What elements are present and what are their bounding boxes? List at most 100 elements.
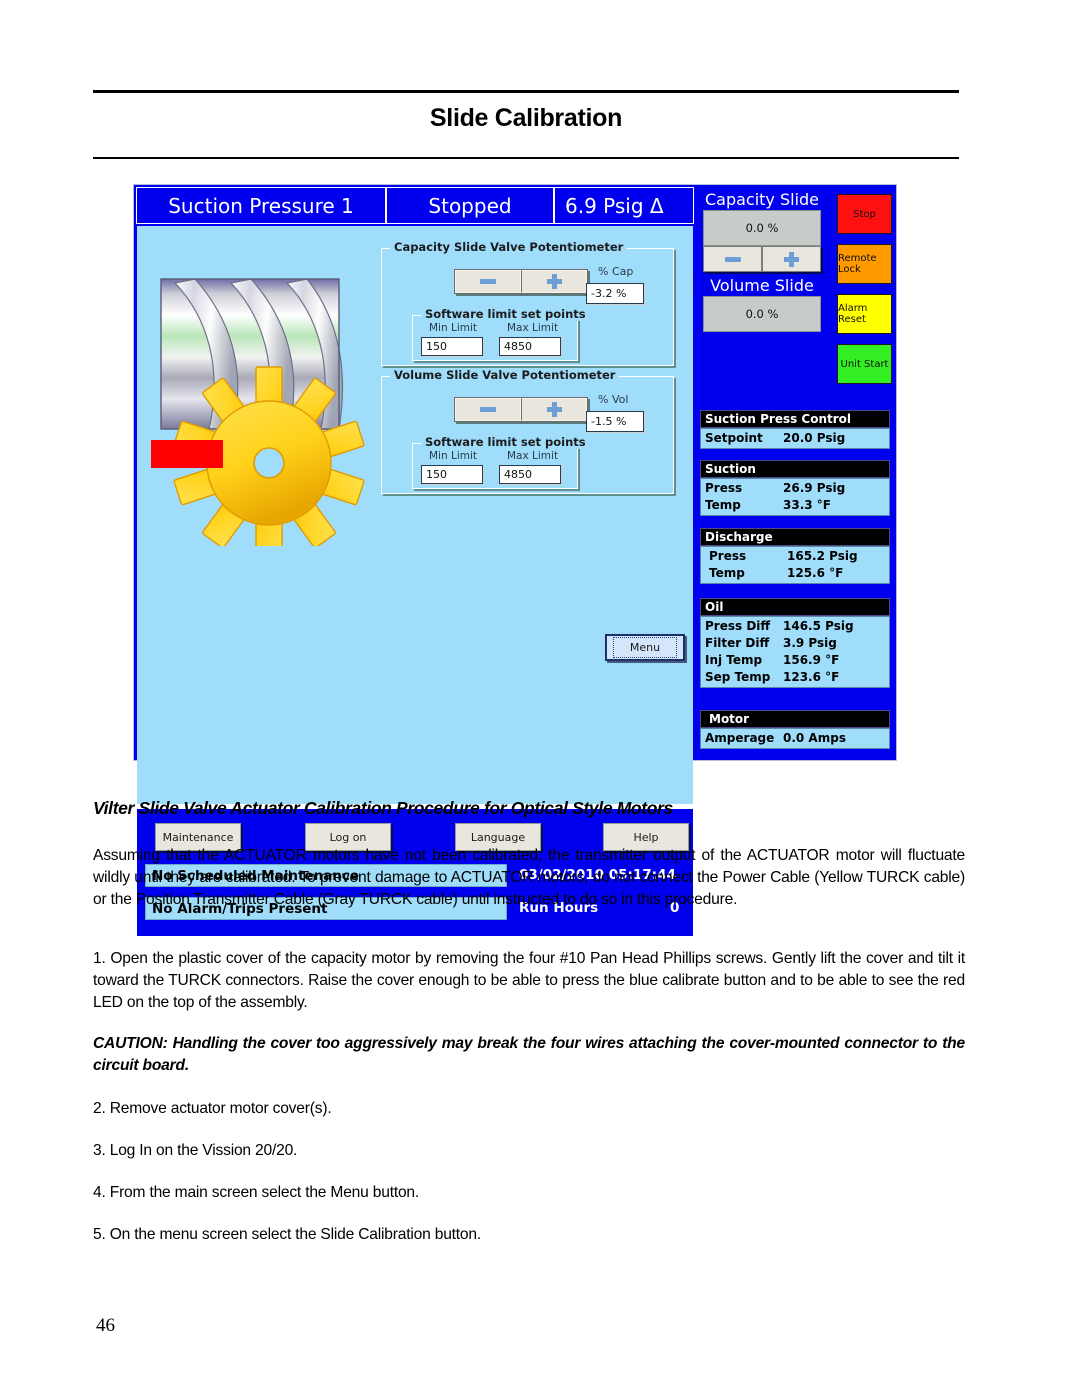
volume-min-limit-input[interactable]: 150 — [421, 465, 483, 484]
menu-button[interactable]: Menu — [605, 634, 685, 661]
data-value: 33.3 °F — [783, 498, 831, 513]
volume-max-limit-label: Max Limit — [507, 450, 559, 462]
volume-software-limits-group: Software limit set points Min Limit Max … — [412, 435, 590, 489]
volume-percent-readout: -1.5 % — [586, 411, 644, 432]
data-value: 123.6 °F — [783, 670, 840, 685]
data-row: Filter Diff 3.9 Psig — [701, 635, 889, 652]
volume-limits-label: Software limit set points — [421, 435, 590, 449]
data-row: Sep Temp 123.6 °F — [701, 669, 889, 686]
data-key: Filter Diff — [705, 636, 770, 651]
hmi-screenshot: Suction Pressure 1 Stopped 6.9 Psig Δ Ca… — [133, 184, 897, 936]
capacity-slide-increase-button[interactable] — [762, 246, 821, 272]
paragraph-step-1: 1. Open the plastic cover of the capacit… — [93, 950, 965, 1011]
volume-pot-increase-button[interactable] — [521, 398, 587, 421]
remote-lock-button[interactable]: Remote Lock — [837, 244, 892, 284]
capacity-potentiometer-label: Capacity Slide Valve Potentiometer — [390, 240, 628, 254]
data-row: Press Diff 146.5 Psig — [701, 618, 889, 635]
capacity-pot-adjust-buttons — [454, 269, 588, 294]
capacity-pot-increase-button[interactable] — [521, 270, 587, 293]
minus-icon — [480, 279, 496, 284]
stop-button[interactable]: Stop — [837, 194, 892, 234]
suction-press-control-group: Suction Press Control Setpoint 20.0 Psig — [700, 410, 890, 450]
compressor-rotor-illustration — [160, 278, 365, 546]
capacity-pot-decrease-button[interactable] — [455, 270, 521, 293]
data-key: Inj Temp — [705, 653, 763, 668]
alarm-reset-button[interactable]: Alarm Reset — [837, 294, 892, 334]
status-channel[interactable]: Suction Pressure 1 — [136, 187, 386, 224]
plus-icon — [784, 251, 799, 267]
header-rule-top — [93, 90, 959, 93]
data-value: 165.2 Psig — [787, 549, 858, 563]
data-key: Temp — [705, 498, 741, 513]
volume-pot-decrease-button[interactable] — [455, 398, 521, 421]
group-body: Press 26.9 Psig Temp 33.3 °F — [700, 478, 890, 517]
data-row: Press 165.2 Psig — [701, 548, 889, 565]
group-header: Oil — [700, 598, 890, 616]
data-key: Sep Temp — [705, 670, 771, 685]
data-value: 156.9 °F — [783, 653, 840, 668]
data-value: 26.9 Psig — [783, 481, 846, 495]
group-body: Setpoint 20.0 Psig — [700, 428, 890, 450]
paragraph-step-5: 5. On the menu screen select the Slide C… — [93, 1226, 482, 1243]
data-value: 0.0 Amps — [783, 731, 846, 745]
paragraph-intro: Assuming that the ACTUATOR motors have n… — [93, 847, 965, 908]
data-value: 20.0 Psig — [783, 431, 846, 445]
volume-potentiometer-label: Volume Slide Valve Potentiometer — [390, 368, 620, 382]
paragraph-caution: CAUTION: Handling the cover too aggressi… — [93, 1035, 965, 1074]
volume-percent-label: % Vol — [598, 393, 629, 406]
data-row: Press 26.9 Psig — [701, 480, 889, 497]
status-run-state[interactable]: Stopped — [386, 187, 554, 224]
group-header: Suction Press Control — [700, 410, 890, 428]
group-body: Amperage 0.0 Amps — [700, 728, 890, 750]
motor-group: Motor Amperage 0.0 Amps — [700, 710, 890, 750]
capacity-slide-adjust-buttons — [703, 246, 821, 272]
capacity-min-limit-input[interactable]: 150 — [421, 337, 483, 356]
group-header: Motor — [700, 710, 890, 728]
capacity-slide-decrease-button[interactable] — [703, 246, 762, 272]
data-row: Amperage 0.0 Amps — [701, 730, 889, 747]
volume-min-limit-label: Min Limit — [429, 450, 477, 462]
group-body: Press 165.2 Psig Temp 125.6 °F — [700, 546, 890, 585]
data-key: Temp — [709, 566, 745, 581]
data-row: Temp 125.6 °F — [701, 565, 889, 582]
capacity-potentiometer-group: Capacity Slide Valve Potentiometer Softw… — [381, 240, 674, 366]
data-value: 146.5 Psig — [783, 619, 854, 633]
minus-icon — [724, 256, 741, 262]
capacity-slide-readout: 0.0 % — [703, 210, 821, 246]
header-rule-bottom — [93, 157, 959, 159]
hmi-work-area: Capacity Slide Valve Potentiometer Softw… — [137, 226, 693, 804]
volume-slide-readout: 0.0 % — [703, 296, 821, 332]
data-key: Setpoint — [705, 431, 763, 445]
capacity-max-limit-input[interactable]: 4850 — [499, 337, 561, 356]
volume-max-limit-input[interactable]: 4850 — [499, 465, 561, 484]
capacity-limits-label: Software limit set points — [421, 307, 590, 321]
oil-group: Oil Press Diff 146.5 Psig Filter Diff 3.… — [700, 598, 890, 689]
capacity-max-limit-label: Max Limit — [507, 322, 559, 334]
menu-button-label: Menu — [612, 637, 678, 658]
plus-icon — [546, 274, 562, 289]
data-key: Press — [705, 481, 743, 495]
group-header: Suction — [700, 460, 890, 478]
data-key: Press Diff — [705, 619, 771, 633]
unit-start-button[interactable]: Unit Start — [837, 344, 892, 384]
data-row: Temp 33.3 °F — [701, 497, 889, 514]
paragraph-step-3: 3. Log In on the Vission 20/20. — [93, 1142, 298, 1159]
minus-icon — [480, 407, 496, 412]
volume-slide-title: Volume Slide — [710, 276, 814, 295]
data-key: Press — [709, 549, 747, 563]
status-pressure-reading[interactable]: 6.9 Psig Δ — [554, 187, 694, 224]
data-value: 3.9 Psig — [783, 636, 837, 651]
paragraph-step-2: 2. Remove actuator motor cover(s). — [93, 1100, 332, 1117]
capacity-slide-title: Capacity Slide — [704, 190, 820, 209]
capacity-percent-readout: -3.2 % — [586, 283, 644, 304]
suction-group: Suction Press 26.9 Psig Temp 33.3 °F — [700, 460, 890, 517]
section-heading: Vilter Slide Valve Actuator Calibration … — [93, 798, 673, 818]
group-header: Discharge — [700, 528, 890, 546]
volume-pot-adjust-buttons — [454, 397, 588, 422]
data-row: Setpoint 20.0 Psig — [701, 430, 889, 447]
page-title: Slide Calibration — [429, 104, 623, 132]
discharge-group: Discharge Press 165.2 Psig Temp 125.6 °F — [700, 528, 890, 585]
document-page: Slide Calibration Suction Pressure 1 Sto… — [0, 0, 1080, 1397]
plus-icon — [546, 402, 562, 417]
capacity-percent-label: % Cap — [598, 265, 634, 278]
